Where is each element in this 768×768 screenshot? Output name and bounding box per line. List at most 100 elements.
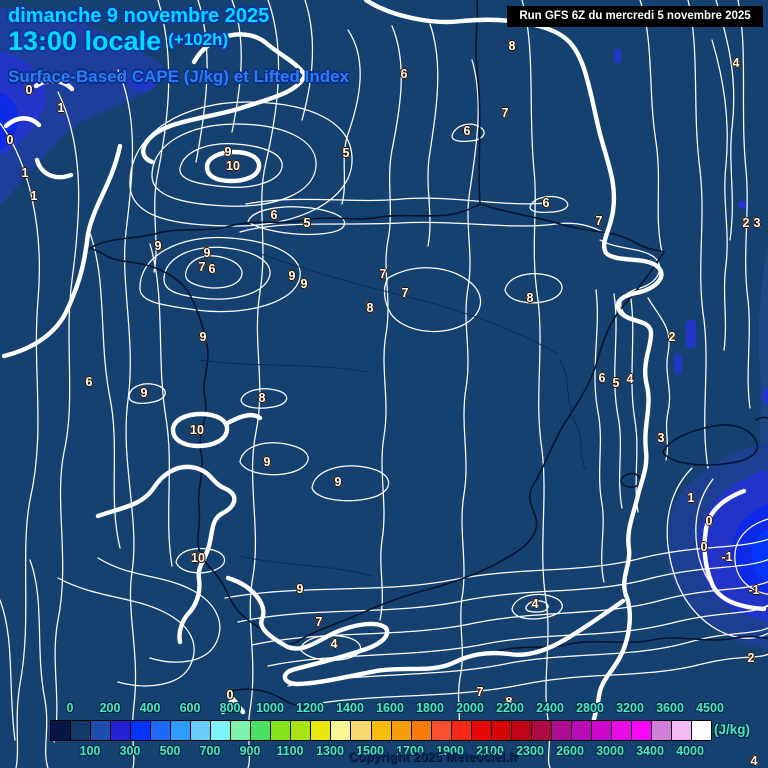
colorbar-cell [351,721,372,740]
colorbar-cell [231,721,252,740]
time-title: 13:00 locale (+102h) [8,26,228,57]
colorbar-tick-label: 200 [99,701,121,715]
colorbar-tick-label: 1200 [296,701,324,715]
lifted-index-value: 6 [85,375,93,389]
cape-speck [614,49,621,63]
lifted-index-value: 9 [140,386,148,400]
weather-map-page: 0 1 0 1 1 9 10 5 6 8 7 6 4 6 5 6 7 2 3 9 9 7 6 9 9 7 8 7 8 9 6 9 8 10 9 9 2 6… [0,0,768,768]
lifted-index-value: 10 [190,423,204,437]
colorbar-tick-label: 3200 [616,701,644,715]
lifted-index-value: 4 [531,597,539,611]
colorbar-tick-label: 2800 [576,701,604,715]
colorbar-cell [91,721,112,740]
colorbar-tick-label: 900 [239,744,261,758]
colorbar [50,720,712,741]
colorbar-cell [471,721,492,740]
lifted-index-value: 9 [288,269,296,283]
lifted-index-value: 4 [750,754,758,768]
lifted-index-value: 9 [224,145,232,159]
colorbar-tick-label: 100 [79,744,101,758]
colorbar-tick-label: 2000 [456,701,484,715]
colorbar-tick-label: 500 [159,744,181,758]
lifted-index-value: 1 [57,101,65,115]
lifted-index-value: 7 [501,106,509,120]
colorbar-tick-label: 1100 [276,744,304,758]
lifted-index-value: 0 [226,688,234,702]
lifted-index-value: 7 [595,214,603,228]
forecast-offset: (+102h) [168,30,229,49]
cape-speck [674,354,682,374]
colorbar-tick-label: 2400 [536,701,564,715]
colorbar-cell [271,721,292,740]
colorbar-cell [431,721,452,740]
colorbar-tick-label: 800 [219,701,241,715]
lifted-index-value: 0 [700,540,708,554]
lifted-index-value: 7 [476,685,484,699]
colorbar-cell [71,721,92,740]
weather-map [0,0,768,768]
colorbar-cell [591,721,612,740]
run-info-box: Run GFS 6Z du mercredi 5 novembre 2025 [507,6,763,27]
colorbar-tick-label: 2600 [556,744,584,758]
lifted-index-value: 9 [300,277,308,291]
lifted-index-value: 2 [742,216,750,230]
lifted-index-value: 9 [263,455,271,469]
lifted-index-value: 8 [526,291,534,305]
lifted-index-value: 0 [6,133,14,147]
colorbar-tick-label: 1000 [256,701,284,715]
lifted-index-value: 2 [747,651,755,665]
lifted-index-value: 10 [191,551,205,565]
lifted-index-value: 9 [154,239,162,253]
colorbar-tick-label: 1400 [336,701,364,715]
lifted-index-value: 10 [226,159,240,173]
date-title: dimanche 9 novembre 2025 [8,5,270,27]
local-time: 13:00 locale [8,26,162,56]
colorbar-cell [571,721,592,740]
colorbar-cell [331,721,352,740]
colorbar-cell [311,721,332,740]
colorbar-tick-label: 1800 [416,701,444,715]
colorbar-tick-label: 0 [66,701,74,715]
colorbar-cell [111,721,132,740]
colorbar-cell [151,721,172,740]
colorbar-cell [211,721,232,740]
lifted-index-value: 9 [334,475,342,489]
cape-speck [738,201,747,208]
colorbar-cell [671,721,692,740]
lifted-index-value: 1 [30,189,38,203]
lifted-index-value: 1 [21,166,29,180]
lifted-index-value: 4 [626,372,634,386]
colorbar-unit: (J/kg) [714,722,751,737]
colorbar-tick-label: 400 [139,701,161,715]
lifted-index-value: 8 [366,301,374,315]
lifted-index-value: 5 [342,146,350,160]
colorbar-cell [531,721,552,740]
colorbar-tick-label: 700 [199,744,221,758]
colorbar-cell [371,721,392,740]
copyright-text: Copyright 2025 Meteociel.fr [348,749,518,764]
lifted-index-value: 7 [198,260,206,274]
lifted-index-value: 6 [598,371,606,385]
colorbar-tick-label: 1300 [316,744,344,758]
colorbar-tick-label: 4500 [696,701,724,715]
colorbar-cell [51,721,72,740]
lifted-index-value: 7 [401,286,409,300]
cape-speck [686,320,696,348]
colorbar-tick-label: 2300 [516,744,544,758]
colorbar-tick-label: 2200 [496,701,524,715]
colorbar-tick-label: 4000 [676,744,704,758]
lifted-index-value: 6 [270,208,278,222]
lifted-index-value: 7 [379,267,387,281]
colorbar-cell [131,721,152,740]
lifted-index-value: 6 [208,262,216,276]
lifted-index-value: 9 [203,246,211,260]
colorbar-cell [291,721,312,740]
colorbar-tick-label: 600 [179,701,201,715]
lifted-index-value: 7 [315,615,323,629]
colorbar-tick-label: 3400 [636,744,664,758]
lifted-index-value: 8 [258,391,266,405]
lifted-index-value: 3 [657,431,665,445]
colorbar-cell [651,721,672,740]
lifted-index-value: 2 [668,330,676,344]
colorbar-cell [491,721,512,740]
